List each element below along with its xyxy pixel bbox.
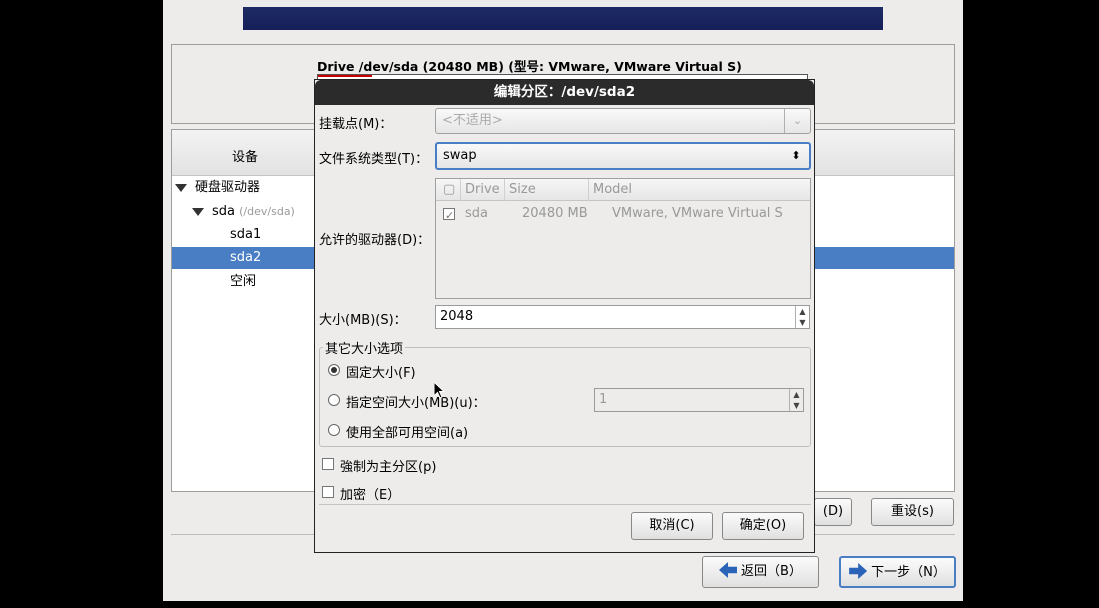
delete-button[interactable]: (D) [814, 498, 852, 526]
column-size[interactable]: Size [504, 179, 588, 201]
mount-point-combo[interactable]: <不适用> ⌄ [435, 108, 811, 134]
drive-row-sda[interactable]: sda 20480 MB VMware, VMware Virtual S [436, 203, 810, 227]
drives-header: ▢ Drive Size Model [436, 179, 810, 201]
dialog-title: 编辑分区：/dev/sda2 [315, 80, 814, 105]
up-to-size-spinner[interactable]: 1 ▲ ▼ [594, 388, 804, 412]
edit-partition-dialog: 编辑分区：/dev/sda2 挂载点(M)： <不适用> ⌄ 文件系统类型(T)… [314, 79, 815, 553]
column-drive[interactable]: Drive [460, 179, 500, 201]
encrypt-label[interactable]: 加密（E） [340, 484, 400, 503]
force-primary-label[interactable]: 強制为主分区(p) [340, 456, 436, 475]
updown-arrows-icon: ⬍ [791, 149, 801, 162]
size-label: 大小(MB)(S)： [319, 313, 407, 328]
back-button[interactable]: 返回（B） [702, 556, 819, 588]
force-primary-checkbox[interactable] [322, 458, 334, 470]
size-spinner[interactable]: 2048 ▲ ▼ [435, 305, 810, 329]
cancel-button[interactable]: 取消(C) [631, 512, 713, 540]
arrow-right-icon [849, 563, 868, 579]
arrow-left-icon [719, 562, 738, 578]
select-column-icon: ▢ [443, 182, 456, 197]
mount-point-label: 挂载点(M)： [319, 117, 393, 132]
dialog-divider [319, 504, 811, 505]
fill-all-space-radio[interactable] [328, 424, 340, 436]
reset-button[interactable]: 重设(s) [871, 498, 954, 526]
drive-title: Drive /dev/sda (20480 MB) (型号: VMware, V… [317, 59, 742, 74]
other-size-options-legend: 其它大小选项 [323, 338, 406, 357]
up-to-size-label[interactable]: 指定空间大小(MB)(u)： [346, 392, 486, 411]
allowed-drives-label: 允许的驱动器(D)： [319, 233, 431, 248]
up-to-size-radio[interactable] [328, 394, 340, 406]
installer-banner [243, 7, 883, 30]
column-model[interactable]: Model [588, 179, 632, 201]
next-button[interactable]: 下一步（N） [839, 556, 956, 588]
encrypt-checkbox[interactable] [322, 486, 334, 498]
spin-arrows-icon[interactable]: ▲ ▼ [795, 306, 809, 328]
drive-checkbox[interactable] [443, 205, 455, 227]
fixed-size-label[interactable]: 固定大小(F) [346, 362, 416, 381]
chevron-down-icon: ⌄ [784, 109, 810, 133]
fs-type-combo[interactable]: swap ⬍ [435, 142, 811, 170]
fixed-size-radio[interactable] [328, 364, 340, 376]
ok-button[interactable]: 确定(O) [722, 512, 804, 540]
allowed-drives-list: ▢ Drive Size Model sda 20480 MB VMware, … [435, 178, 811, 299]
column-device[interactable]: 设备 [232, 146, 258, 165]
spin-arrows-icon[interactable]: ▲ ▼ [789, 389, 803, 411]
expander-icon[interactable] [175, 183, 187, 192]
fs-type-label: 文件系统类型(T)： [319, 152, 429, 167]
fill-all-space-label[interactable]: 使用全部可用空间(a) [346, 422, 468, 441]
expander-icon[interactable] [192, 207, 204, 216]
